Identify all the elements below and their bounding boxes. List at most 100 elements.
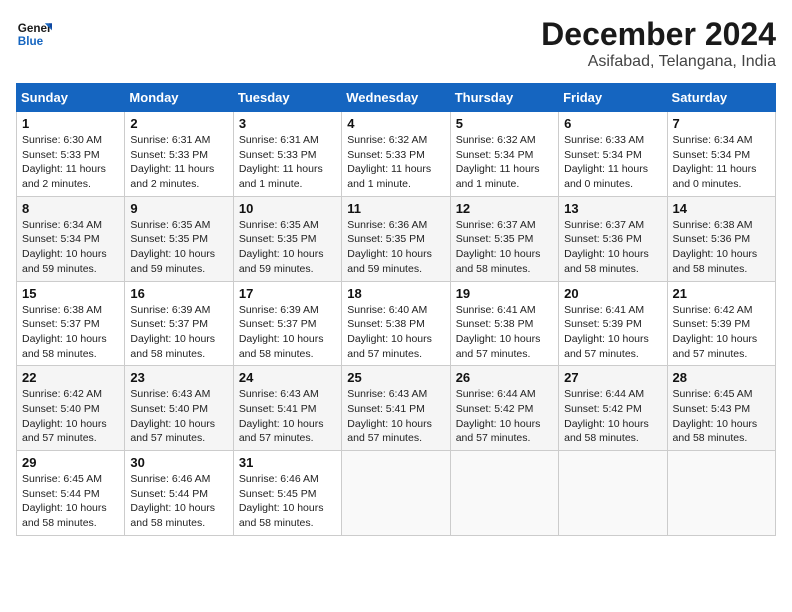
calendar-cell: 25 Sunrise: 6:43 AM Sunset: 5:41 PM Dayli… xyxy=(342,366,450,451)
calendar-table: SundayMondayTuesdayWednesdayThursdayFrid… xyxy=(16,83,776,536)
day-info: Sunrise: 6:40 AM Sunset: 5:38 PM Dayligh… xyxy=(347,303,444,362)
calendar-cell: 17 Sunrise: 6:39 AM Sunset: 5:37 PM Dayli… xyxy=(233,281,341,366)
weekday-header: Sunday xyxy=(17,84,125,112)
logo: General Blue xyxy=(16,16,52,52)
day-number: 6 xyxy=(564,116,661,131)
calendar-week-row: 1 Sunrise: 6:30 AM Sunset: 5:33 PM Daylig… xyxy=(17,112,776,197)
day-info: Sunrise: 6:42 AM Sunset: 5:40 PM Dayligh… xyxy=(22,387,119,446)
day-info: Sunrise: 6:38 AM Sunset: 5:37 PM Dayligh… xyxy=(22,303,119,362)
day-info: Sunrise: 6:41 AM Sunset: 5:38 PM Dayligh… xyxy=(456,303,553,362)
day-number: 3 xyxy=(239,116,336,131)
day-number: 8 xyxy=(22,201,119,216)
calendar-cell xyxy=(342,451,450,536)
calendar-cell: 2 Sunrise: 6:31 AM Sunset: 5:33 PM Daylig… xyxy=(125,112,233,197)
day-info: Sunrise: 6:41 AM Sunset: 5:39 PM Dayligh… xyxy=(564,303,661,362)
calendar-cell: 3Sunrise: 6:31 AM Sunset: 5:33 PM Daylig… xyxy=(233,112,341,197)
day-number: 13 xyxy=(564,201,661,216)
weekday-header: Friday xyxy=(559,84,667,112)
day-info: Sunrise: 6:43 AM Sunset: 5:41 PM Dayligh… xyxy=(239,387,336,446)
day-number: 14 xyxy=(673,201,770,216)
calendar-week-row: 15 Sunrise: 6:38 AM Sunset: 5:37 PM Dayli… xyxy=(17,281,776,366)
day-info: Sunrise: 6:34 AM Sunset: 5:34 PM Dayligh… xyxy=(22,218,119,277)
calendar-cell: 13 Sunrise: 6:37 AM Sunset: 5:36 PM Dayli… xyxy=(559,196,667,281)
calendar-cell xyxy=(559,451,667,536)
day-info: Sunrise: 6:39 AM Sunset: 5:37 PM Dayligh… xyxy=(239,303,336,362)
day-info: Sunrise: 6:39 AM Sunset: 5:37 PM Dayligh… xyxy=(130,303,227,362)
day-number: 9 xyxy=(130,201,227,216)
logo-icon: General Blue xyxy=(16,16,52,52)
day-number: 17 xyxy=(239,286,336,301)
day-number: 28 xyxy=(673,370,770,385)
calendar-cell: 23Sunrise: 6:43 AM Sunset: 5:40 PM Dayli… xyxy=(125,366,233,451)
day-number: 29 xyxy=(22,455,119,470)
calendar-cell: 30Sunrise: 6:46 AM Sunset: 5:44 PM Dayli… xyxy=(125,451,233,536)
day-number: 1 xyxy=(22,116,119,131)
day-info: Sunrise: 6:43 AM Sunset: 5:41 PM Dayligh… xyxy=(347,387,444,446)
calendar-cell: 14 Sunrise: 6:38 AM Sunset: 5:36 PM Dayli… xyxy=(667,196,775,281)
calendar-week-row: 8 Sunrise: 6:34 AM Sunset: 5:34 PM Daylig… xyxy=(17,196,776,281)
day-info: Sunrise: 6:31 AM Sunset: 5:33 PM Dayligh… xyxy=(130,133,227,192)
calendar-cell: 19 Sunrise: 6:41 AM Sunset: 5:38 PM Dayli… xyxy=(450,281,558,366)
day-number: 20 xyxy=(564,286,661,301)
day-info: Sunrise: 6:44 AM Sunset: 5:42 PM Dayligh… xyxy=(456,387,553,446)
day-info: Sunrise: 6:32 AM Sunset: 5:34 PM Dayligh… xyxy=(456,133,553,192)
location-title: Asifabad, Telangana, India xyxy=(541,53,776,71)
calendar-cell: 8 Sunrise: 6:34 AM Sunset: 5:34 PM Daylig… xyxy=(17,196,125,281)
day-number: 30 xyxy=(130,455,227,470)
svg-text:Blue: Blue xyxy=(18,35,44,48)
day-number: 16 xyxy=(130,286,227,301)
day-number: 2 xyxy=(130,116,227,131)
day-info: Sunrise: 6:32 AM Sunset: 5:33 PM Dayligh… xyxy=(347,133,444,192)
day-number: 26 xyxy=(456,370,553,385)
day-number: 19 xyxy=(456,286,553,301)
day-info: Sunrise: 6:44 AM Sunset: 5:42 PM Dayligh… xyxy=(564,387,661,446)
calendar-cell: 10Sunrise: 6:35 AM Sunset: 5:35 PM Dayli… xyxy=(233,196,341,281)
day-info: Sunrise: 6:36 AM Sunset: 5:35 PM Dayligh… xyxy=(347,218,444,277)
calendar-cell: 12Sunrise: 6:37 AM Sunset: 5:35 PM Dayli… xyxy=(450,196,558,281)
weekday-header: Thursday xyxy=(450,84,558,112)
day-info: Sunrise: 6:46 AM Sunset: 5:45 PM Dayligh… xyxy=(239,472,336,531)
calendar-week-row: 29 Sunrise: 6:45 AM Sunset: 5:44 PM Dayli… xyxy=(17,451,776,536)
calendar-cell xyxy=(667,451,775,536)
day-info: Sunrise: 6:35 AM Sunset: 5:35 PM Dayligh… xyxy=(239,218,336,277)
calendar-cell: 16 Sunrise: 6:39 AM Sunset: 5:37 PM Dayli… xyxy=(125,281,233,366)
calendar-cell: 4 Sunrise: 6:32 AM Sunset: 5:33 PM Daylig… xyxy=(342,112,450,197)
day-info: Sunrise: 6:45 AM Sunset: 5:43 PM Dayligh… xyxy=(673,387,770,446)
calendar-cell: 6 Sunrise: 6:33 AM Sunset: 5:34 PM Daylig… xyxy=(559,112,667,197)
page-header: General Blue December 2024 Asifabad, Tel… xyxy=(16,16,776,71)
day-number: 7 xyxy=(673,116,770,131)
weekday-header: Monday xyxy=(125,84,233,112)
day-number: 4 xyxy=(347,116,444,131)
day-number: 25 xyxy=(347,370,444,385)
calendar-cell: 15 Sunrise: 6:38 AM Sunset: 5:37 PM Dayli… xyxy=(17,281,125,366)
calendar-week-row: 22 Sunrise: 6:42 AM Sunset: 5:40 PM Dayli… xyxy=(17,366,776,451)
calendar-cell: 26 Sunrise: 6:44 AM Sunset: 5:42 PM Dayli… xyxy=(450,366,558,451)
month-title: December 2024 xyxy=(541,16,776,53)
day-number: 31 xyxy=(239,455,336,470)
day-number: 11 xyxy=(347,201,444,216)
calendar-cell: 21 Sunrise: 6:42 AM Sunset: 5:39 PM Dayli… xyxy=(667,281,775,366)
day-info: Sunrise: 6:38 AM Sunset: 5:36 PM Dayligh… xyxy=(673,218,770,277)
day-info: Sunrise: 6:30 AM Sunset: 5:33 PM Dayligh… xyxy=(22,133,119,192)
calendar-cell: 31 Sunrise: 6:46 AM Sunset: 5:45 PM Dayli… xyxy=(233,451,341,536)
day-number: 12 xyxy=(456,201,553,216)
day-number: 5 xyxy=(456,116,553,131)
day-info: Sunrise: 6:37 AM Sunset: 5:36 PM Dayligh… xyxy=(564,218,661,277)
calendar-cell: 20 Sunrise: 6:41 AM Sunset: 5:39 PM Dayli… xyxy=(559,281,667,366)
day-info: Sunrise: 6:33 AM Sunset: 5:34 PM Dayligh… xyxy=(564,133,661,192)
weekday-header: Tuesday xyxy=(233,84,341,112)
day-number: 22 xyxy=(22,370,119,385)
calendar-cell: 5 Sunrise: 6:32 AM Sunset: 5:34 PM Daylig… xyxy=(450,112,558,197)
calendar-header-row: SundayMondayTuesdayWednesdayThursdayFrid… xyxy=(17,84,776,112)
day-number: 23 xyxy=(130,370,227,385)
day-number: 21 xyxy=(673,286,770,301)
day-info: Sunrise: 6:35 AM Sunset: 5:35 PM Dayligh… xyxy=(130,218,227,277)
day-info: Sunrise: 6:42 AM Sunset: 5:39 PM Dayligh… xyxy=(673,303,770,362)
calendar-cell: 28 Sunrise: 6:45 AM Sunset: 5:43 PM Dayli… xyxy=(667,366,775,451)
calendar-cell: 11 Sunrise: 6:36 AM Sunset: 5:35 PM Dayli… xyxy=(342,196,450,281)
day-number: 15 xyxy=(22,286,119,301)
day-info: Sunrise: 6:34 AM Sunset: 5:34 PM Dayligh… xyxy=(673,133,770,192)
calendar-cell: 22 Sunrise: 6:42 AM Sunset: 5:40 PM Dayli… xyxy=(17,366,125,451)
day-info: Sunrise: 6:45 AM Sunset: 5:44 PM Dayligh… xyxy=(22,472,119,531)
calendar-cell: 27Sunrise: 6:44 AM Sunset: 5:42 PM Dayli… xyxy=(559,366,667,451)
